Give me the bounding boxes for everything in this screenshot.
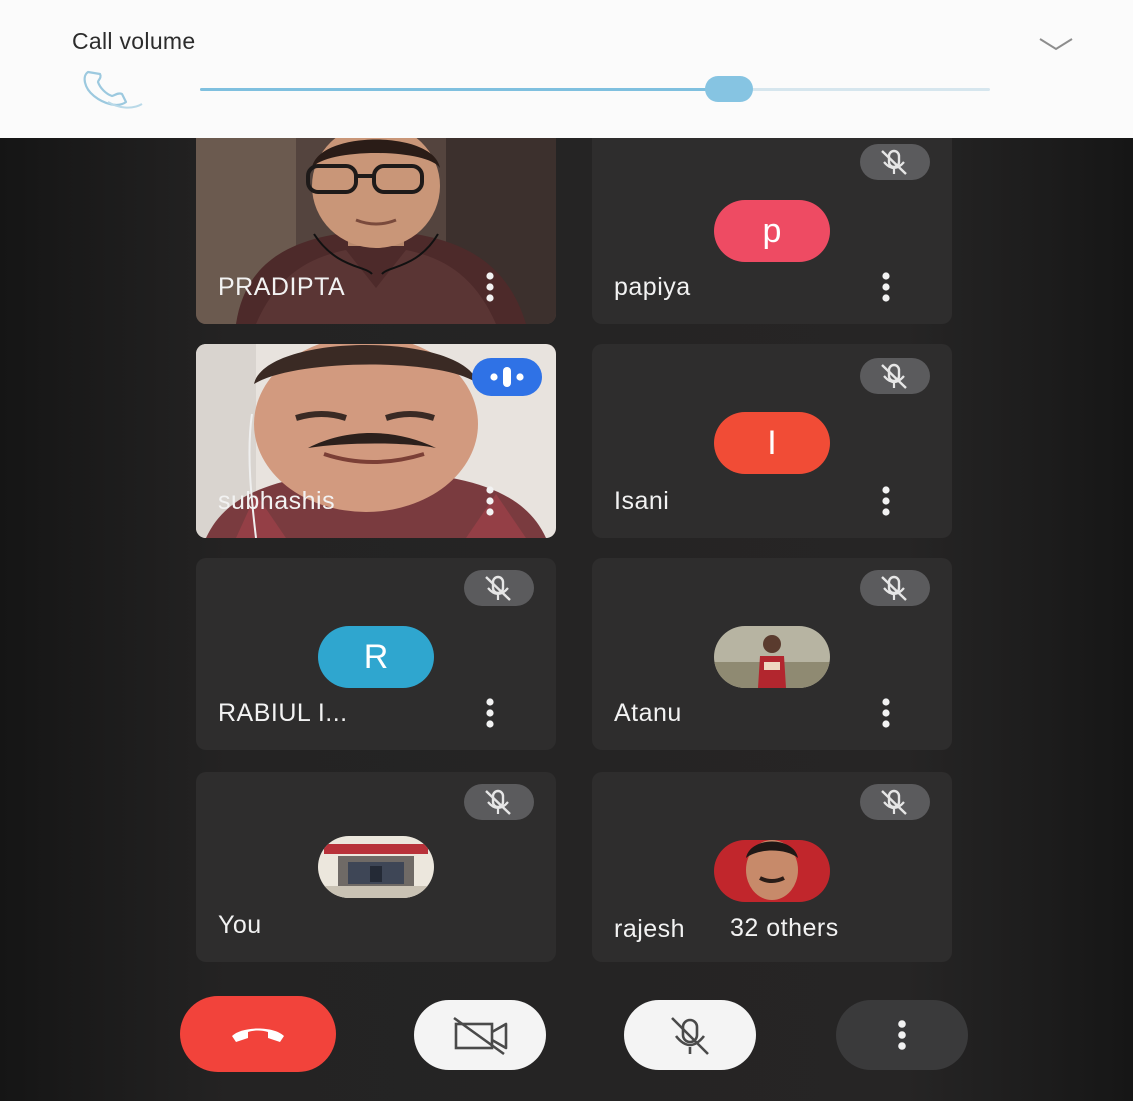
avatar [714, 626, 830, 688]
more-vertical-icon[interactable] [484, 486, 496, 516]
participant-name: Atanu [614, 699, 682, 727]
avatar: I [714, 412, 830, 474]
mic-off-icon [860, 570, 930, 606]
mic-off-icon [464, 784, 534, 820]
participant-name: You [218, 911, 262, 939]
mic-off-icon [464, 570, 534, 606]
phone-icon [83, 70, 143, 109]
more-vertical-icon[interactable] [880, 272, 892, 302]
participant-tile-subhashis[interactable]: subhashis [196, 344, 556, 538]
participant-name: RABIUL I... [218, 699, 348, 727]
end-call-button[interactable] [180, 996, 336, 1072]
mic-off-icon [860, 144, 930, 180]
participant-tile-pradipta[interactable]: PRADIPTA [196, 138, 556, 324]
participant-tile-rabiul[interactable]: R RABIUL I... [196, 558, 556, 750]
avatar: p [714, 200, 830, 262]
mic-off-button[interactable] [624, 1000, 756, 1070]
more-vertical-icon[interactable] [484, 272, 496, 302]
mic-off-icon [860, 358, 930, 394]
participant-name: papiya [614, 273, 691, 301]
participant-tile-atanu[interactable]: Atanu [592, 558, 952, 750]
volume-slider[interactable] [200, 74, 990, 104]
video-off-icon [453, 1016, 508, 1056]
others-count-label[interactable]: 32 others [730, 914, 839, 943]
participant-name: Isani [614, 487, 670, 515]
avatar: R [318, 626, 434, 688]
participant-tile-isani[interactable]: I Isani [592, 344, 952, 538]
more-vertical-icon[interactable] [880, 698, 892, 728]
phone-hangup-icon [232, 1028, 284, 1042]
volume-slider-fill [200, 88, 730, 91]
chevron-down-icon[interactable] [1036, 30, 1076, 58]
participant-name: rajesh [614, 915, 686, 943]
more-vertical-icon [898, 1020, 906, 1050]
participant-tile-papiya[interactable]: p papiya [592, 138, 952, 324]
more-vertical-icon[interactable] [484, 698, 496, 728]
camera-off-button[interactable] [414, 1000, 546, 1070]
mic-off-icon [671, 1017, 709, 1055]
call-volume-title: Call volume [72, 28, 196, 54]
meeting-screen: Call volume PRADIPTA p papiya subhashis … [0, 0, 1133, 1101]
more-vertical-icon[interactable] [880, 486, 892, 516]
avatar [318, 836, 434, 898]
participant-grid: PRADIPTA p papiya subhashis I Isani R RA… [0, 138, 1133, 1101]
volume-slider-thumb[interactable] [705, 76, 754, 102]
speaking-indicator-icon [472, 358, 542, 396]
participant-name: PRADIPTA [218, 273, 346, 301]
avatar [714, 840, 830, 902]
participant-tile-you[interactable]: You [196, 772, 556, 962]
mic-off-icon [860, 784, 930, 820]
more-options-button[interactable] [836, 1000, 968, 1070]
call-volume-panel: Call volume [0, 0, 1133, 138]
participant-name: subhashis [218, 487, 336, 515]
